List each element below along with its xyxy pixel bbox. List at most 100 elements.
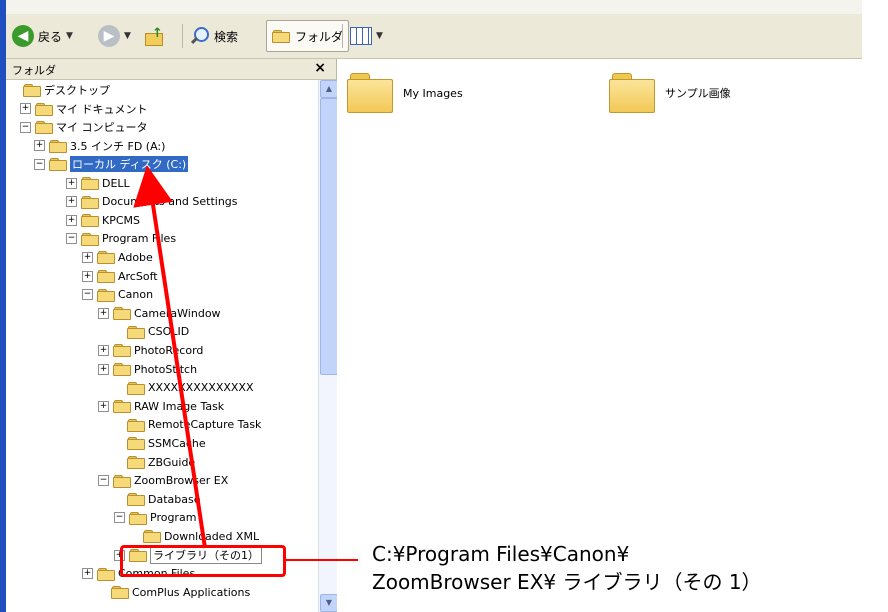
scroll-up-button[interactable]: ▲ [320,80,338,98]
collapse-icon[interactable]: − [20,121,31,133]
folder-item-sample-images[interactable]: サンプル画像 [609,73,731,113]
tree-item-label: マイ ドキュメント [56,102,148,116]
folder-icon [35,121,53,135]
tree-item-label: CameraWindow [134,306,221,320]
folder-tree: デスクトップ + マイ ドキュメント − マイ コンピュータ +3.5 インチ FD (A… [6,80,318,612]
tree-item[interactable]: デスクトップ [10,81,110,99]
expand-icon[interactable]: + [98,363,109,375]
folder-icon [113,400,131,414]
tree-item[interactable]: − Program Files [66,230,176,248]
scroll-thumb[interactable] [320,98,338,375]
tree-item[interactable]: + Adobe [82,248,153,266]
expand-icon[interactable]: + [98,307,109,319]
expand-icon[interactable]: + [66,214,77,226]
scroll-down-button[interactable]: ▼ [320,594,338,612]
tree-item-label: マイ コンピュータ [56,121,148,135]
folder-icon [127,325,145,339]
explorer-window: ◀ 戻る ▼ ▶ ▼ ↑ 検索 フォルダ ▼ フォルダ × デスクトップ + マ… [0,0,862,612]
back-button[interactable]: ◀ 戻る ▼ [12,22,73,50]
tree-item[interactable]: − ZoomBrowser EX [98,472,228,490]
tree-item-label: Canon [118,288,154,302]
views-dropdown-icon[interactable]: ▼ [376,31,383,41]
folder-pane: フォルダ × デスクトップ + マイ ドキュメント − マイ コンピュータ +3.5 イン… [6,59,338,612]
tree-item[interactable]: + RAW Image Task [98,397,224,415]
search-icon [190,26,210,46]
toolbar: ◀ 戻る ▼ ▶ ▼ ↑ 検索 フォルダ ▼ [6,14,862,59]
tree-item-label: CSOLID [148,325,190,339]
folders-button[interactable]: フォルダ [266,20,350,52]
expand-icon[interactable]: + [20,103,31,115]
caption-line-2: ZoomBrowser EX¥ ライブラリ（その 1） [372,570,762,594]
up-folder-button[interactable]: ↑ [144,22,166,50]
folder-icon [81,177,99,190]
collapse-icon[interactable]: − [66,233,77,245]
tree-item[interactable]: + PhotoRecord [98,341,203,359]
folder-item-my-images[interactable]: My Images [347,73,463,113]
collapse-icon[interactable]: − [114,512,125,524]
tree-item-label: ArcSoft [118,269,158,283]
tree-item-label: Program [150,511,197,525]
tree-item[interactable]: + KPCMS [66,211,140,229]
forward-button[interactable]: ▶ ▼ [98,22,131,50]
tree-item-label: KPCMS [102,213,141,227]
search-label: 検索 [214,29,239,44]
tree-item[interactable]: CSOLID [114,323,189,341]
tree-item-label: Adobe [118,250,153,264]
tree-item[interactable]: +3.5 インチ FD (A:) [34,137,165,155]
back-dropdown-icon[interactable]: ▼ [66,31,73,41]
tree-item[interactable]: + DELL [66,174,130,192]
folder-icon [127,418,145,432]
folder-pane-title: フォルダ [12,64,56,77]
expand-icon[interactable]: + [82,251,93,263]
tree-item-label: 3.5 インチ FD (A:) [70,139,166,153]
folder-icon [81,232,99,246]
content-pane: My Images サンプル画像 [337,59,862,612]
tree-item[interactable]: − Program [114,509,196,527]
collapse-icon[interactable]: − [34,158,45,170]
expand-icon[interactable]: + [82,270,93,282]
folder-icon [35,102,53,116]
tree-item[interactable]: XXXXXXXXXXXXXX [114,379,254,397]
folder-icon [97,288,115,302]
tree-item[interactable]: + CameraWindow [98,304,221,322]
tree-item[interactable]: − マイ コンピュータ [20,118,148,136]
tree-item[interactable]: Downloaded XML [130,527,259,545]
search-button[interactable]: 検索 [190,22,238,50]
expand-icon[interactable]: + [82,568,93,580]
expand-icon[interactable]: + [34,140,45,152]
expand-icon[interactable]: + [98,344,109,356]
collapse-icon[interactable]: − [82,289,93,301]
tree-item[interactable]: + Documents and Settings [66,193,238,211]
expand-icon[interactable]: + [98,400,109,412]
tree-item[interactable]: + PhotoStitch [98,360,197,378]
views-button[interactable]: ▼ [350,22,383,50]
toolbar-separator [182,24,183,48]
tree-item[interactable]: ZBGuide [114,453,195,471]
tree-item[interactable]: + ArcSoft [82,267,158,285]
tree-item[interactable]: + マイ ドキュメント [20,100,148,118]
folder-icon [113,344,131,358]
highlight-box [120,545,286,577]
tree-item[interactable]: − Canon [82,286,153,304]
folder-name: My Images [403,86,463,100]
expand-icon[interactable]: + [66,177,77,189]
tree-item-label: Documents and Settings [102,195,238,209]
folder-icon [111,586,129,600]
tree-item-label: SSMCache [148,436,206,450]
folder-icon [97,567,115,581]
expand-icon[interactable]: + [66,196,77,208]
close-pane-button[interactable]: × [314,60,326,76]
tree-item[interactable]: Database [114,490,201,508]
tree-item[interactable]: SSMCache [114,434,206,452]
tree-item[interactable]: RemoteCapture Task [114,416,261,434]
collapse-icon[interactable]: − [98,475,109,487]
folder-icon [127,437,145,451]
tree-item[interactable]: ComPlus Applications [98,583,250,601]
forward-dropdown-icon[interactable]: ▼ [124,31,131,41]
folder-icon [127,456,145,469]
tree-item[interactable]: − ローカル ディスク (C:) [34,155,189,173]
tree-item-label: XXXXXXXXXXXXXX [148,381,254,395]
back-arrow-icon: ◀ [12,25,34,47]
tree-scrollbar[interactable]: ▲ ▼ [318,80,338,612]
up-folder-icon: ↑ [144,26,166,46]
